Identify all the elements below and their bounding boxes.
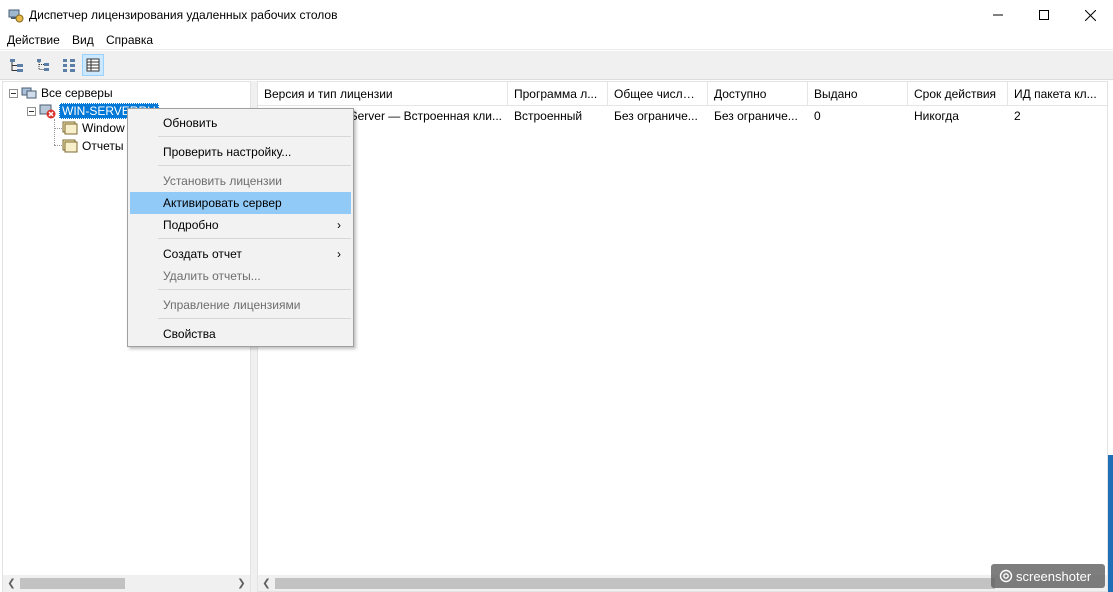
- context-menu: Обновить Проверить настройку... Установи…: [127, 108, 354, 347]
- menu-separator: [158, 289, 351, 290]
- menu-item-check-config[interactable]: Проверить настройку...: [130, 141, 351, 163]
- watermark: screenshoter: [991, 564, 1105, 588]
- scroll-left-icon[interactable]: ❮: [258, 575, 275, 591]
- table-cell: Встроенный: [514, 109, 583, 123]
- window-title: Диспетчер лицензирования удаленных рабоч…: [29, 8, 338, 22]
- close-icon: [1084, 9, 1096, 21]
- menu-item-activate-server[interactable]: Активировать сервер: [130, 192, 351, 214]
- tree-connector: [54, 145, 62, 146]
- minimize-icon: [993, 14, 1003, 16]
- details-view-icon: [63, 59, 75, 72]
- column-header[interactable]: Программа л...: [508, 82, 608, 106]
- servers-icon: [21, 87, 37, 99]
- table-cell: Никогда: [914, 109, 959, 123]
- menu-action[interactable]: Действие: [7, 33, 60, 47]
- maximize-icon: [1039, 10, 1049, 20]
- menu-item-properties[interactable]: Свойства: [130, 323, 351, 345]
- column-header[interactable]: Версия и тип лицензии: [258, 82, 508, 106]
- scroll-thumb[interactable]: [275, 578, 995, 589]
- column-header[interactable]: Доступно: [708, 82, 808, 106]
- report-view-button[interactable]: [82, 54, 104, 76]
- scroll-right-icon[interactable]: ❯: [233, 575, 250, 592]
- report-view-icon: [86, 58, 100, 72]
- maximize-button[interactable]: [1021, 0, 1067, 30]
- list-view-icon: [37, 59, 49, 71]
- title-bar: Диспетчер лицензирования удаленных рабоч…: [0, 0, 1113, 30]
- table-cell: Без ограниче...: [614, 109, 698, 123]
- list-horizontal-scrollbar[interactable]: ❮: [258, 575, 1107, 591]
- menu-item-delete-reports: Удалить отчеты...: [163, 269, 261, 283]
- tree-label-reports: Отчеты: [82, 139, 124, 153]
- column-header[interactable]: ИД пакета кл...: [1008, 82, 1107, 106]
- list-header: Версия и тип лицензии Программа л... Общ…: [258, 82, 1107, 106]
- tree-label-all-servers: Все серверы: [41, 86, 113, 100]
- tree-horizontal-scrollbar[interactable]: ❮ ❯: [3, 575, 250, 592]
- license-list[interactable]: Версия и тип лицензии Программа л... Общ…: [257, 81, 1108, 592]
- license-manager-icon: [8, 7, 24, 23]
- chevron-right-icon: ›: [337, 247, 341, 261]
- minimize-button[interactable]: [975, 0, 1021, 30]
- column-header[interactable]: Срок действия: [908, 82, 1008, 106]
- collapse-icon[interactable]: [27, 106, 36, 116]
- at-sign-icon: [999, 569, 1013, 583]
- tree-label-windows: Window: [82, 121, 125, 135]
- table-cell: 0: [814, 109, 821, 123]
- desktop-edge: [1108, 455, 1113, 592]
- column-header[interactable]: Общее число ...: [608, 82, 708, 106]
- menu-item-create-report[interactable]: Создать отчет ›: [130, 243, 351, 265]
- menu-separator: [158, 318, 351, 319]
- tree-view-icon: [10, 59, 23, 72]
- tree-node-reports[interactable]: Отчеты: [62, 138, 123, 154]
- menu-separator: [158, 165, 351, 166]
- license-pack-icon: [62, 121, 78, 135]
- tree-node-all-servers[interactable]: Все серверы: [9, 85, 113, 101]
- tree-connector: [54, 119, 55, 145]
- column-header[interactable]: Выдано: [808, 82, 908, 106]
- scroll-thumb[interactable]: [20, 578, 125, 589]
- table-cell: Без ограниче...: [714, 109, 798, 123]
- toolbar: [0, 51, 1113, 80]
- table-row[interactable]: ...) Server — Встроенная кли... Встроенн…: [258, 106, 1107, 126]
- menu-item-manage-licenses: Управление лицензиями: [163, 298, 301, 312]
- menu-help[interactable]: Справка: [106, 33, 153, 47]
- tree-view-button[interactable]: [6, 54, 28, 76]
- menu-item-install-licenses: Установить лицензии: [163, 174, 282, 188]
- table-cell: 2: [1014, 109, 1021, 123]
- menu-separator: [158, 136, 351, 137]
- menu-item-advanced[interactable]: Подробно ›: [130, 214, 351, 236]
- details-view-button[interactable]: [58, 54, 80, 76]
- tree-connector: [54, 128, 62, 129]
- server-error-icon: [39, 104, 56, 119]
- tree-node-windows[interactable]: Window: [62, 120, 125, 136]
- reports-icon: [62, 139, 78, 153]
- menu-view[interactable]: Вид: [72, 33, 94, 47]
- watermark-text: screenshoter: [1016, 568, 1092, 584]
- chevron-right-icon: ›: [337, 218, 341, 232]
- list-view-button[interactable]: [32, 54, 54, 76]
- menu-bar: Действие Вид Справка: [0, 30, 1113, 50]
- menu-item-refresh[interactable]: Обновить: [130, 112, 351, 134]
- menu-separator: [158, 238, 351, 239]
- close-button[interactable]: [1067, 0, 1113, 30]
- scroll-left-icon[interactable]: ❮: [3, 575, 20, 592]
- collapse-icon[interactable]: [9, 88, 18, 98]
